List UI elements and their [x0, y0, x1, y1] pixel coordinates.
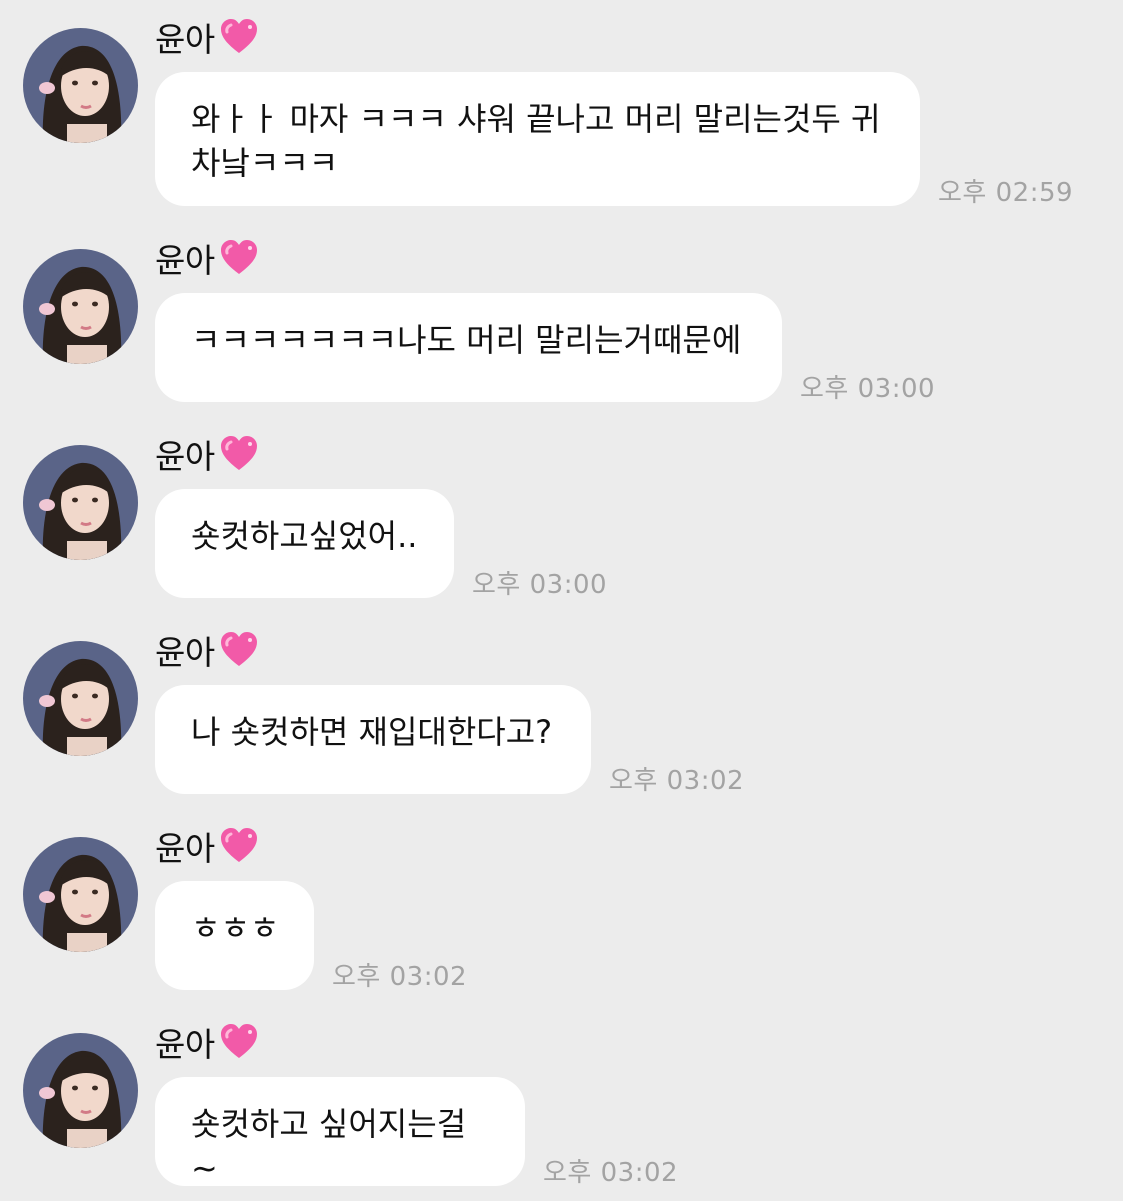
- sender-avatar[interactable]: [23, 249, 138, 364]
- message-item: 윤아 나 숏컷하면 재입대한다고? 오후 03:02: [0, 613, 1123, 809]
- message-item: 윤아 ㅎㅎㅎ 오후 03:02: [0, 809, 1123, 1005]
- sender-avatar[interactable]: [23, 445, 138, 560]
- message-timestamp: 오후 03:02: [543, 1158, 679, 1188]
- pink-sparkling-heart-icon: [219, 827, 259, 865]
- message-timestamp: 오후 02:59: [938, 178, 1074, 208]
- chat-message-list: 윤아 와ㅏㅏ 마자 ㅋㅋㅋ 샤워 끝나고 머리 말리는것두 귀 차낰ㅋㅋㅋ 오후…: [0, 0, 1123, 1200]
- message-bubble[interactable]: 와ㅏㅏ 마자 ㅋㅋㅋ 샤워 끝나고 머리 말리는것두 귀 차낰ㅋㅋㅋ: [155, 72, 920, 206]
- sender-avatar[interactable]: [23, 1033, 138, 1148]
- message-item: 윤아 와ㅏㅏ 마자 ㅋㅋㅋ 샤워 끝나고 머리 말리는것두 귀 차낰ㅋㅋㅋ 오후…: [0, 0, 1123, 208]
- sender-name-row: 윤아: [155, 823, 259, 869]
- sender-name: 윤아: [155, 829, 215, 868]
- message-item: 윤아 숏컷하고 싶어지는걸~ 오후 03:02: [0, 1005, 1123, 1201]
- sender-avatar[interactable]: [23, 641, 138, 756]
- sender-name: 윤아: [155, 241, 215, 280]
- message-bubble[interactable]: ㅋㅋㅋㅋㅋㅋㅋ나도 머리 말리는거때문에: [155, 293, 782, 402]
- avatar-photo: [23, 445, 138, 560]
- message-bubble[interactable]: 숏컷하고 싶어지는걸~: [155, 1077, 525, 1187]
- message-item: 윤아 숏컷하고싶었어.. 오후 03:00: [0, 417, 1123, 613]
- avatar-photo: [23, 837, 138, 952]
- avatar-photo: [23, 28, 138, 143]
- sender-name: 윤아: [155, 633, 215, 672]
- message-bubble[interactable]: 숏컷하고싶었어..: [155, 489, 454, 598]
- avatar-photo: [23, 249, 138, 364]
- sender-name-row: 윤아: [155, 627, 259, 673]
- sender-name-row: 윤아: [155, 431, 259, 477]
- pink-sparkling-heart-icon: [219, 631, 259, 669]
- pink-sparkling-heart-icon: [219, 239, 259, 277]
- pink-sparkling-heart-icon: [219, 18, 259, 56]
- sender-name-row: 윤아: [155, 14, 259, 60]
- pink-sparkling-heart-icon: [219, 435, 259, 473]
- message-timestamp: 오후 03:02: [332, 962, 468, 992]
- sender-name-row: 윤아: [155, 235, 259, 281]
- sender-name-row: 윤아: [155, 1019, 259, 1065]
- sender-avatar[interactable]: [23, 28, 138, 143]
- pink-sparkling-heart-icon: [219, 1023, 259, 1061]
- avatar-photo: [23, 641, 138, 756]
- message-timestamp: 오후 03:00: [472, 570, 608, 600]
- avatar-photo: [23, 1033, 138, 1148]
- sender-avatar[interactable]: [23, 837, 138, 952]
- message-bubble[interactable]: 나 숏컷하면 재입대한다고?: [155, 685, 591, 794]
- message-bubble[interactable]: ㅎㅎㅎ: [155, 881, 314, 990]
- sender-name: 윤아: [155, 20, 215, 59]
- sender-name: 윤아: [155, 437, 215, 476]
- sender-name: 윤아: [155, 1025, 215, 1064]
- message-timestamp: 오후 03:02: [609, 766, 745, 796]
- message-item: 윤아 ㅋㅋㅋㅋㅋㅋㅋ나도 머리 말리는거때문에 오후 03:00: [0, 221, 1123, 417]
- message-timestamp: 오후 03:00: [800, 374, 936, 404]
